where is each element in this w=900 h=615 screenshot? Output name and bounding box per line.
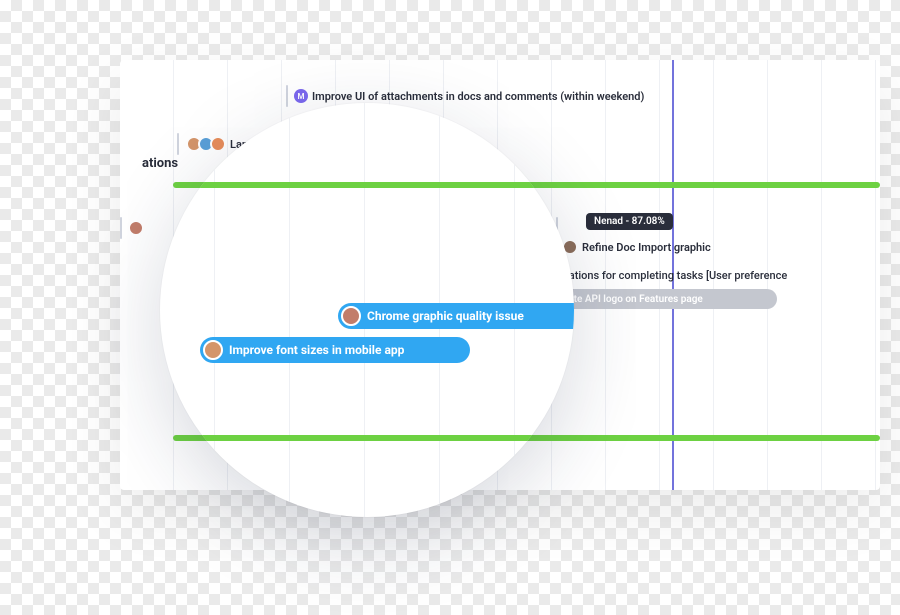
avatar-icon [341,306,361,326]
avatar-icon [203,340,223,360]
task-label: ebrations for completing tasks [User pre… [553,269,787,282]
magnifier-lens: Chrome graphic quality issue Improve fon… [160,103,574,517]
task-label: Improve font sizes in mobile app [229,343,404,357]
task-font-sizes[interactable]: Improve font sizes in mobile app [200,337,470,363]
task-celebrations[interactable]: ebrations for completing tasks [User pre… [551,264,793,286]
avatar-icon [128,220,144,236]
task-label: Refine Doc Import graphic [582,241,711,254]
task-api-logo-inactive[interactable]: pdate API logo on Features page [547,289,777,309]
task-avatar-only[interactable] [126,217,150,239]
workload-tooltip: Nenad - 87.08% [586,213,673,230]
task-label: pdate API logo on Features page [557,294,703,305]
task-start-handle[interactable] [120,217,122,239]
task-chrome-graphic[interactable]: Chrome graphic quality issue [338,303,574,329]
progress-bar-zoom [160,435,574,441]
task-refine-doc[interactable]: Refine Doc Import graphic [560,236,717,258]
task-label: Chrome graphic quality issue [367,309,524,323]
task-label: Improve UI of attachments in docs and co… [312,90,644,103]
tooltip-text: Nenad - 87.08% [594,216,665,227]
priority-badge-icon: M [294,89,308,103]
progress-bar-zoom [160,182,574,188]
